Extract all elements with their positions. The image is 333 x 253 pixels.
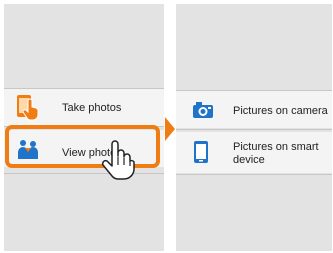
view-photos-icon <box>18 140 38 159</box>
pictures-on-camera-item[interactable]: Pictures on camera <box>176 91 332 128</box>
divider <box>4 126 164 127</box>
take-photos-label: Take photos <box>62 102 122 114</box>
pointing-hand-icon <box>101 140 135 180</box>
view-photos-item[interactable]: View photos <box>4 130 164 167</box>
take-photos-item[interactable]: Take photos <box>4 89 164 126</box>
divider <box>176 129 332 130</box>
take-photos-icon <box>17 95 39 121</box>
smart-device-icon <box>194 141 208 163</box>
divider <box>176 174 332 175</box>
camera-icon <box>193 102 213 118</box>
right-panel: Pictures on camera Pictures on smart dev… <box>176 4 332 251</box>
left-panel: Take photos View photos <box>4 4 164 251</box>
pictures-on-camera-label: Pictures on camera <box>233 105 328 117</box>
divider <box>4 173 164 174</box>
pictures-on-smart-device-label: Pictures on smart device <box>233 141 319 166</box>
pictures-on-smart-device-item[interactable]: Pictures on smart device <box>176 132 332 173</box>
arrow-right-icon <box>165 117 175 141</box>
